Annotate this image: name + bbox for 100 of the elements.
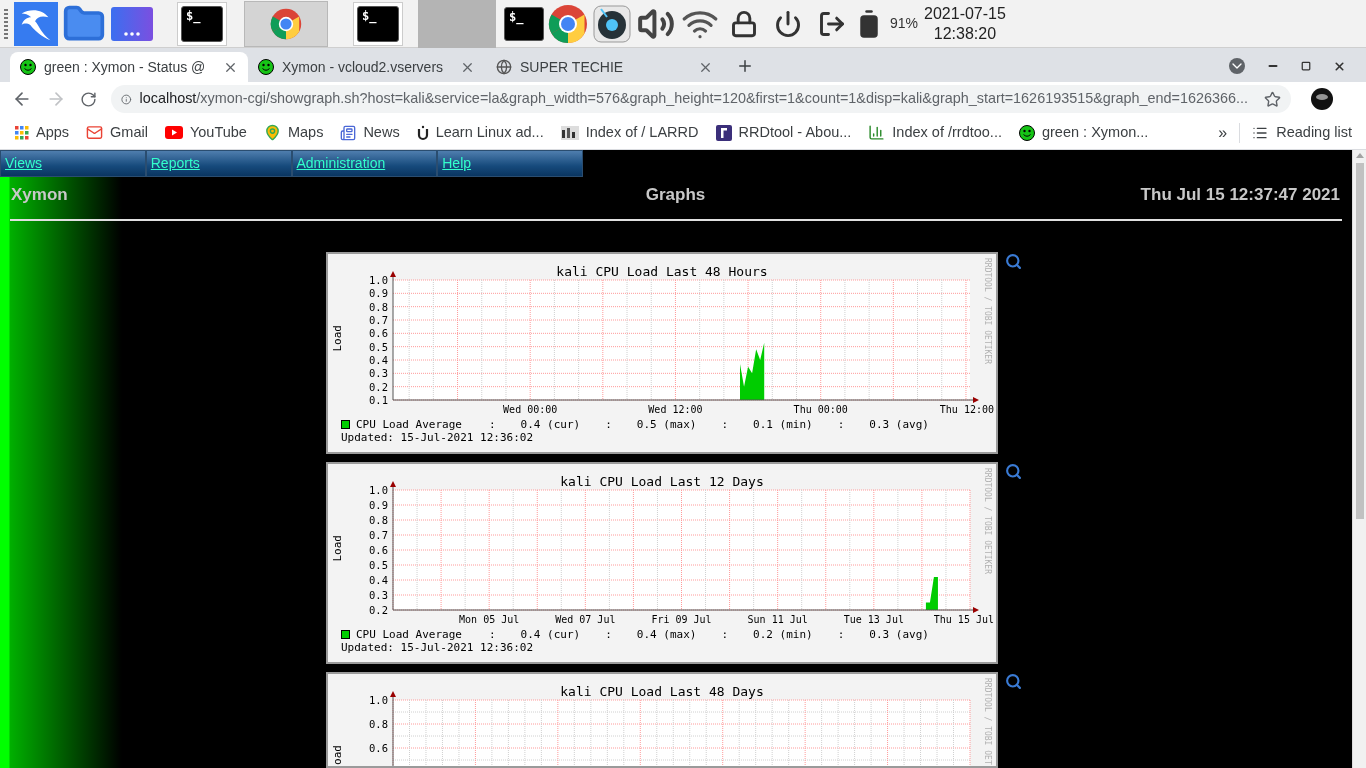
disc-player-icon[interactable] xyxy=(593,4,631,43)
zoom-icon[interactable] xyxy=(1005,673,1022,690)
legend-swatch xyxy=(341,630,350,639)
profile-avatar[interactable] xyxy=(1311,88,1333,110)
bookmark-star-icon[interactable] xyxy=(1264,90,1281,108)
grip-icon xyxy=(4,8,8,39)
logout-icon[interactable] xyxy=(818,9,846,38)
chart-icon xyxy=(868,124,886,141)
browser-tab[interactable]: Xymon - vcloud2.vservers xyxy=(248,52,486,82)
newspaper-icon xyxy=(340,124,357,141)
legend-value: : xyxy=(837,418,845,431)
tick-label: 0.6 xyxy=(369,327,388,340)
small-image-icon xyxy=(560,125,579,140)
tick-label: 0.8 xyxy=(369,300,388,313)
browser-tab[interactable]: green : Xymon - Status @ xyxy=(10,52,248,82)
watermark: RRDTOOL / TOBI OET xyxy=(983,678,992,765)
new-tab-icon[interactable] xyxy=(736,57,754,75)
bookmark-link[interactable]: RRDtool - Abou... xyxy=(738,121,852,144)
tick-label: Sun 11 Jul xyxy=(747,614,808,625)
close-icon[interactable] xyxy=(1333,59,1346,73)
tab-search-icon[interactable] xyxy=(1229,58,1245,74)
legend-value: : xyxy=(488,628,496,641)
scrollbar[interactable] xyxy=(1352,150,1366,768)
tick-label: Thu 00:00 xyxy=(793,404,848,415)
legend-value: : xyxy=(488,418,496,431)
bookmark-link[interactable]: News xyxy=(363,121,400,144)
tick-label: 1.0 xyxy=(369,274,388,286)
browser-tab[interactable]: SUPER TECHIE xyxy=(486,52,724,82)
tick-label: 0.7 xyxy=(369,314,388,326)
tick-label: 0.8 xyxy=(369,514,388,526)
reload-icon[interactable] xyxy=(80,90,97,108)
horseshoe-icon xyxy=(416,124,429,141)
address-field[interactable]: localhost/xymon-cgi/showgraph.sh?host=kali&service=la&graph_width=576&graph_height=120&first=1&count=1&disp=kali&graph_start=1626193515&graph_end=1626366... xyxy=(111,85,1291,113)
tick-label: 0.3 xyxy=(369,367,388,380)
bookmark-link[interactable]: green : Xymon... xyxy=(1041,121,1149,144)
menu-link[interactable]: Reports xyxy=(150,153,200,174)
maximize-icon[interactable] xyxy=(1301,61,1311,71)
dragon-logo-icon[interactable] xyxy=(14,0,58,47)
play-icon xyxy=(164,126,183,139)
smiley-icon xyxy=(258,59,274,75)
map-pin-icon xyxy=(263,124,281,141)
menu-link[interactable]: Views xyxy=(5,153,43,174)
legend-label: CPU Load Average xyxy=(356,628,462,641)
tick-label: 0.9 xyxy=(369,499,388,511)
menu-link[interactable]: Administration xyxy=(296,153,386,174)
more-bookmarks[interactable]: » xyxy=(1218,120,1228,145)
tick-label: 0.6 xyxy=(369,544,388,556)
tick-label: 0.6 xyxy=(369,742,388,754)
reading-list-label[interactable]: Reading list xyxy=(1276,121,1352,144)
graph-title: kali CPU Load Last 12 Days xyxy=(560,474,764,489)
bookmark-link[interactable]: Maps xyxy=(287,121,324,144)
timestamp: Thu Jul 15 12:37:47 2021 xyxy=(1139,184,1340,207)
tick-label: 0.2 xyxy=(369,604,388,616)
zoom-icon[interactable] xyxy=(1005,253,1022,270)
load-area xyxy=(925,577,938,610)
battery-percent: 91% xyxy=(890,14,919,33)
globe-icon xyxy=(496,59,512,75)
legend-value: 0.4 (cur) xyxy=(520,628,581,641)
tick-label: 0.2 xyxy=(369,380,388,393)
chrome-icon xyxy=(270,7,302,40)
zoom-icon[interactable] xyxy=(1005,463,1022,480)
power-icon[interactable] xyxy=(774,9,802,38)
legend-value: 0.4 (cur) xyxy=(520,418,581,431)
tick-label: 0.3 xyxy=(369,589,388,601)
legend-value: : xyxy=(605,418,612,431)
updated-text: Updated: 15-Jul-2021 12:36:02 xyxy=(341,431,535,444)
tick-label: 0.8 xyxy=(369,718,388,730)
app-menu-icon[interactable] xyxy=(111,6,153,41)
info-icon[interactable] xyxy=(121,91,132,107)
tick-label: 0.1 xyxy=(369,394,388,406)
terminal-icon: $_ xyxy=(504,6,544,41)
url-text: localhost/xymon-cgi/showgraph.sh?host=kali&service=la&graph_width=576&graph_height=120&first=1&count=1&disp=kali&graph_start=1626193515&graph_end=1626366... xyxy=(139,89,1248,109)
bookmark-link[interactable]: YouTube xyxy=(189,121,247,144)
lock-icon[interactable] xyxy=(730,9,758,38)
bookmark-link[interactable]: Apps xyxy=(36,121,70,144)
bookmark-link[interactable]: Gmail xyxy=(110,121,148,144)
graph-title: kali CPU Load Last 48 Hours xyxy=(556,264,768,279)
tick-label: 0.4 xyxy=(369,574,388,586)
tick-label: Wed 12:00 xyxy=(648,404,703,415)
bookmark-link[interactable]: Index of /rrdtoo... xyxy=(892,121,1002,144)
tick-label: Thu 12:00 xyxy=(939,404,994,415)
task-button[interactable] xyxy=(244,0,328,47)
smiley-icon xyxy=(1018,124,1035,141)
tick-label: Fri 09 Jul xyxy=(651,614,712,625)
graph-title: kali CPU Load Last 48 Days xyxy=(560,684,764,699)
tick-label: Wed 00:00 xyxy=(503,404,558,415)
legend-value: : xyxy=(721,628,729,641)
axis-label: oad xyxy=(331,745,344,765)
updated-text: Updated: 15-Jul-2021 12:36:02 xyxy=(341,641,535,654)
mail-icon xyxy=(86,124,104,141)
tab-title: green : Xymon - Status @ xyxy=(44,57,207,77)
bookmark-link[interactable]: Learn Linux ad... xyxy=(435,121,544,144)
page-heading: Graphs xyxy=(645,184,706,207)
bookmark-link[interactable]: Index of / LARRD xyxy=(585,121,699,144)
legend-label: CPU Load Average xyxy=(356,418,462,431)
letter-tile-icon xyxy=(715,124,732,141)
tab-title: Xymon - vcloud2.vservers xyxy=(282,57,445,77)
tick-label: 1.0 xyxy=(369,484,388,496)
chrome-icon xyxy=(548,3,588,44)
menu-link[interactable]: Help xyxy=(442,153,472,174)
